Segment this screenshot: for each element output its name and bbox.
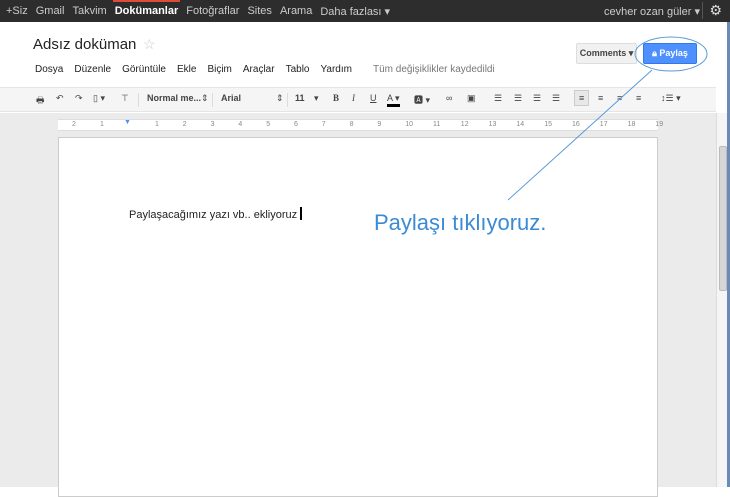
document-page[interactable] [58, 137, 658, 497]
font-select[interactable]: Arial [221, 93, 241, 103]
document-title[interactable]: Adsız doküman [33, 36, 136, 53]
gear-icon[interactable]: ⚙ [702, 2, 722, 19]
ruler-label: 6 [294, 121, 298, 128]
highlight-icon[interactable]: 🅰︎ ▾ [414, 93, 430, 106]
decrease-indent-icon[interactable]: ☰ [533, 93, 541, 104]
scrollbar-thumb[interactable] [719, 146, 727, 291]
nav-docs[interactable]: Dokümanlar [112, 0, 180, 18]
ruler-label: 18 [627, 121, 636, 128]
toolbar: 🖶︎ ↶ ↷ ▯ ▾ ⊤ Normal me... ⇕ Arial ⇕ 11 ▾… [0, 87, 716, 112]
nav-more[interactable]: Daha fazlası ▾ [320, 5, 390, 18]
menu-help[interactable]: Yardım [320, 64, 352, 75]
align-right-icon[interactable]: ≡ [617, 93, 622, 103]
menu-format[interactable]: Biçim [207, 64, 231, 75]
menu-bar: Dosya Düzenle Görüntüle Ekle Biçim Araçl… [35, 64, 352, 75]
justify-icon[interactable]: ≡ [636, 93, 641, 103]
text-cursor [300, 207, 302, 220]
nav-search[interactable]: Arama [280, 5, 312, 18]
ruler-label: 3 [210, 121, 215, 128]
nav-sites[interactable]: Sites [247, 5, 271, 18]
text-color-icon[interactable]: A ▾ [387, 93, 400, 107]
menu-table[interactable]: Tablo [286, 64, 310, 75]
ruler[interactable]: 2 1 1 2 3 4 5 6 7 8 9 10 11 12 13 14 15 16 17 18 19 ▼ [58, 119, 663, 131]
ruler-label: 4 [238, 121, 243, 128]
ruler-label: 8 [349, 121, 354, 128]
bold-icon[interactable]: B [333, 93, 339, 103]
align-left-icon[interactable]: ≡ [574, 90, 590, 106]
comments-button[interactable]: Comments ▾ [576, 43, 637, 64]
ruler-label: 2 [72, 121, 76, 128]
ruler-label: 16 [572, 121, 580, 128]
menu-file[interactable]: Dosya [35, 64, 63, 75]
bulleted-list-icon[interactable]: ☰ [514, 93, 522, 104]
star-icon[interactable]: ☆ [143, 36, 156, 53]
ruler-label: 10 [405, 121, 413, 128]
style-arrow-icon: ⇕ [201, 93, 209, 103]
ruler-label: 19 [655, 121, 664, 128]
ruler-label: 9 [377, 121, 382, 128]
align-center-icon[interactable]: ≡ [598, 93, 603, 103]
indent-marker-icon[interactable]: ▼ [124, 119, 131, 126]
top-bar: +Siz Gmail Takvim Dokümanlar Fotoğraflar… [0, 0, 730, 22]
ruler-label: 12 [460, 121, 469, 128]
ruler-label: 13 [488, 121, 497, 128]
line-spacing-icon[interactable]: ↕☰ ▾ [661, 93, 681, 104]
ruler-label: 1 [155, 121, 159, 128]
numbered-list-icon[interactable]: ☰ [494, 93, 502, 104]
underline-icon[interactable]: U [370, 93, 377, 103]
body-text: Paylaşacağımız yazı vb.. ekliyoruz [129, 209, 298, 221]
redo-icon[interactable]: ↷ [75, 93, 83, 104]
ruler-label: 2 [182, 121, 187, 128]
nav-plus[interactable]: +Siz [6, 5, 28, 18]
print-icon[interactable]: 🖶︎ [36, 93, 45, 109]
link-icon[interactable]: ∞ [446, 93, 452, 103]
ruler-label: 1 [100, 121, 104, 128]
menu-edit[interactable]: Düzenle [74, 64, 111, 75]
save-status: Tüm değişiklikler kaydedildi [373, 64, 495, 75]
share-label: Paylaş [659, 48, 688, 58]
style-select[interactable]: Normal me... [147, 93, 201, 103]
nav-photos[interactable]: Fotoğraflar [186, 5, 239, 18]
paint-format-icon[interactable]: ⊤ [121, 93, 129, 104]
document-body-text[interactable]: Paylaşacağımız yazı vb.. ekliyoruz [129, 207, 302, 221]
ruler-label: 17 [599, 121, 608, 128]
menu-insert[interactable]: Ekle [177, 64, 196, 75]
share-button[interactable]: 🔒︎ Paylaş [643, 43, 697, 64]
increase-indent-icon[interactable]: ☰ [552, 93, 560, 104]
ruler-label: 14 [516, 121, 525, 128]
google-nav: +Siz Gmail Takvim Dokümanlar Fotoğraflar… [6, 0, 390, 18]
ruler-label: 15 [544, 121, 552, 128]
user-menu[interactable]: cevher ozan güler ▾ [604, 5, 700, 18]
ruler-label: 11 [433, 121, 441, 128]
undo-icon[interactable]: ↶ [56, 93, 64, 104]
annotation-text: Paylaşı tıklıyoruz. [374, 210, 547, 235]
italic-icon[interactable]: I [352, 93, 355, 103]
size-arrow-icon: ▾ [314, 93, 319, 103]
menu-view[interactable]: Görüntüle [122, 64, 166, 75]
ruler-label: 5 [266, 121, 271, 128]
nav-calendar[interactable]: Takvim [72, 5, 106, 18]
image-icon[interactable]: ▣ [467, 93, 476, 104]
size-select[interactable]: 11 [295, 93, 305, 103]
menu-tools[interactable]: Araçlar [243, 64, 275, 75]
nav-gmail[interactable]: Gmail [36, 5, 65, 18]
ruler-label: 7 [321, 121, 326, 128]
paint-icon[interactable]: ▯ ▾ [93, 93, 105, 104]
font-arrow-icon: ⇕ [276, 93, 284, 103]
